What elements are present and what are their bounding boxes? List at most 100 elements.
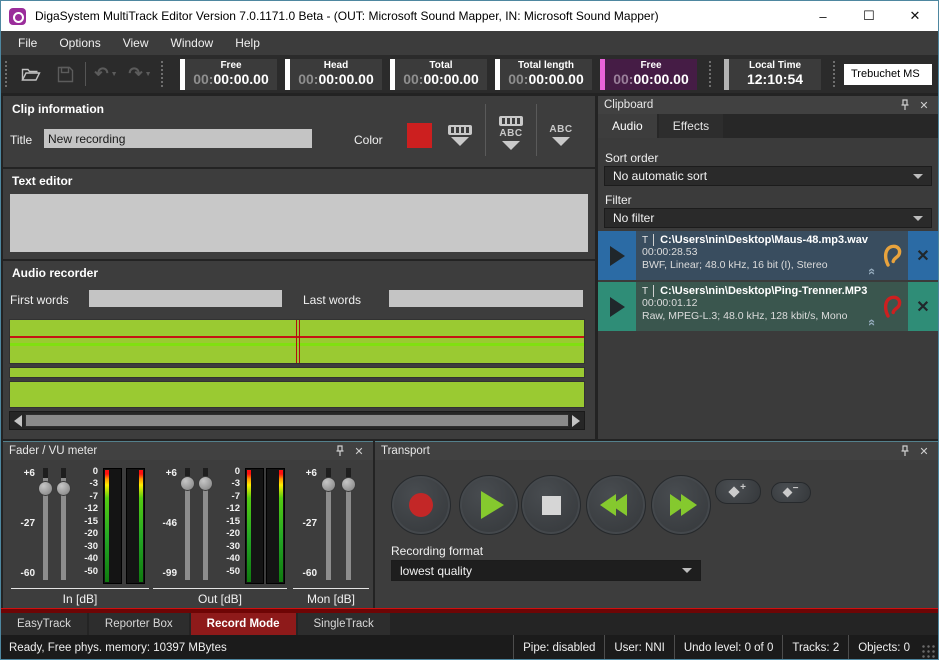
counter-value: 00:00.00 [213, 71, 268, 87]
tab-record-mode[interactable]: Record Mode [191, 613, 296, 635]
waveform-track-2[interactable] [9, 367, 585, 378]
remove-clip-button[interactable]: ✕ [908, 231, 938, 280]
fader-knob[interactable] [321, 477, 336, 492]
clipboard-title: Clipboard [604, 99, 653, 111]
resize-grip[interactable] [921, 644, 935, 658]
save-button[interactable] [48, 59, 82, 89]
sort-order-value: No automatic sort [613, 169, 707, 183]
fader-slider[interactable] [38, 468, 53, 584]
play-clip-button[interactable] [598, 282, 636, 331]
open-button[interactable] [14, 59, 48, 89]
remove-marker-button[interactable]: − [771, 482, 811, 503]
vu-scale-label: -7 [216, 491, 240, 503]
fader-slider[interactable] [180, 468, 195, 584]
clip-path: C:\Users\nin\Desktop\Maus-48.mp3.wav [660, 234, 868, 246]
clip-information-panel: Clip information Title Color ABC ABC [3, 96, 595, 167]
fader-slider[interactable] [198, 468, 213, 584]
tab-reporter-box[interactable]: Reporter Box [89, 613, 189, 635]
counter-free: Free 00:00:00.00 [180, 59, 277, 90]
fader-slider[interactable] [56, 468, 71, 584]
vu-meter-left [245, 468, 264, 584]
record-button[interactable] [391, 475, 451, 535]
waveform-track-3[interactable] [9, 381, 585, 408]
font-selector[interactable]: Trebuchet MS [844, 64, 932, 85]
tab-audio[interactable]: Audio [598, 114, 657, 138]
first-words-input[interactable] [89, 290, 282, 307]
waveform-text-dropdown-button[interactable]: ABC [489, 106, 533, 160]
tab-easytrack[interactable]: EasyTrack [1, 613, 87, 635]
toolbar-grip[interactable] [833, 61, 838, 87]
counter-value: 00:00.00 [318, 71, 373, 87]
tab-singletrack[interactable]: SingleTrack [298, 613, 390, 635]
menu-help[interactable]: Help [224, 32, 271, 54]
menu-window[interactable]: Window [160, 32, 225, 54]
fader-knob[interactable] [38, 481, 53, 496]
clipboard-item[interactable]: T C:\Users\nin\Desktop\Ping-Trenner.MP3 … [598, 282, 938, 331]
scroll-right-arrow[interactable] [572, 415, 580, 427]
vu-gradient [139, 470, 143, 582]
close-button[interactable]: ✕ [892, 1, 938, 31]
text-dropdown-button[interactable]: ABC [540, 114, 582, 156]
maximize-button[interactable]: ☐ [846, 1, 892, 31]
listen-ear-icon[interactable] [878, 282, 908, 331]
collapse-chevrons-icon[interactable]: « [865, 319, 878, 326]
play-clip-button[interactable] [598, 231, 636, 280]
fader-knob[interactable] [56, 481, 71, 496]
minimize-button[interactable]: – [800, 1, 846, 31]
close-panel-icon[interactable]: ✕ [351, 445, 367, 458]
menu-options[interactable]: Options [48, 32, 111, 54]
listen-ear-icon[interactable] [878, 231, 908, 280]
stop-button[interactable] [521, 475, 581, 535]
waveform-track-1[interactable] [9, 319, 585, 364]
recording-format-dropdown[interactable]: lowest quality [391, 560, 701, 581]
pin-icon[interactable] [335, 445, 351, 457]
remove-clip-button[interactable]: ✕ [908, 282, 938, 331]
add-marker-button[interactable]: + [715, 479, 761, 504]
text-editor-area[interactable] [10, 194, 588, 252]
fader-knob[interactable] [180, 476, 195, 491]
close-panel-icon[interactable]: ✕ [916, 445, 932, 458]
toolbar-grip[interactable] [161, 61, 166, 87]
close-panel-icon[interactable]: ✕ [916, 99, 932, 112]
playback-cursor[interactable] [296, 320, 300, 363]
tab-effects[interactable]: Effects [659, 114, 723, 138]
clipboard-item[interactable]: T C:\Users\nin\Desktop\Maus-48.mp3.wav 0… [598, 231, 938, 280]
toolbar-grip[interactable] [5, 61, 10, 87]
fader-slider[interactable] [321, 468, 336, 584]
track-flag: T [642, 286, 648, 297]
scrollbar-thumb[interactable] [25, 414, 569, 427]
fader-knob[interactable] [341, 477, 356, 492]
pin-icon[interactable] [900, 99, 916, 111]
rewind-button[interactable] [586, 475, 646, 535]
vu-meter-right [266, 468, 285, 584]
vu-group-mon: +6 -27 -60 Mon [dB] [293, 468, 365, 608]
toolbar-grip[interactable] [709, 61, 714, 87]
color-swatch[interactable] [407, 123, 432, 148]
last-words-label: Last words [303, 293, 361, 307]
redo-button[interactable]: ↷▼ [123, 59, 157, 89]
menu-file[interactable]: File [7, 32, 48, 54]
last-words-input[interactable] [389, 290, 583, 307]
title-input[interactable] [44, 129, 312, 148]
undo-button[interactable]: ↶▼ [89, 59, 123, 89]
play-button[interactable] [459, 475, 519, 535]
transport-panel: Transport ✕ + − Recording format lowest … [375, 441, 938, 608]
pin-icon[interactable] [900, 445, 916, 457]
first-words-label: First words [10, 293, 69, 307]
fast-forward-button[interactable] [651, 475, 711, 535]
waveform-scrollbar[interactable] [9, 411, 585, 430]
sort-order-dropdown[interactable]: No automatic sort [604, 166, 932, 186]
scroll-left-arrow[interactable] [14, 415, 22, 427]
chevron-down-icon [913, 174, 923, 179]
menu-bar: File Options View Window Help [1, 31, 938, 55]
divider [153, 588, 287, 589]
menu-view[interactable]: View [112, 32, 160, 54]
chevron-down-icon [913, 216, 923, 221]
waveform-dropdown-button[interactable] [439, 114, 481, 156]
counter-prefix: 00: [403, 71, 423, 87]
fader-slider[interactable] [341, 468, 356, 584]
fader-range-labels: +6 -27 -60 [11, 468, 35, 580]
fader-knob[interactable] [198, 476, 213, 491]
collapse-chevrons-icon[interactable]: « [865, 268, 878, 275]
filter-dropdown[interactable]: No filter [604, 208, 932, 228]
